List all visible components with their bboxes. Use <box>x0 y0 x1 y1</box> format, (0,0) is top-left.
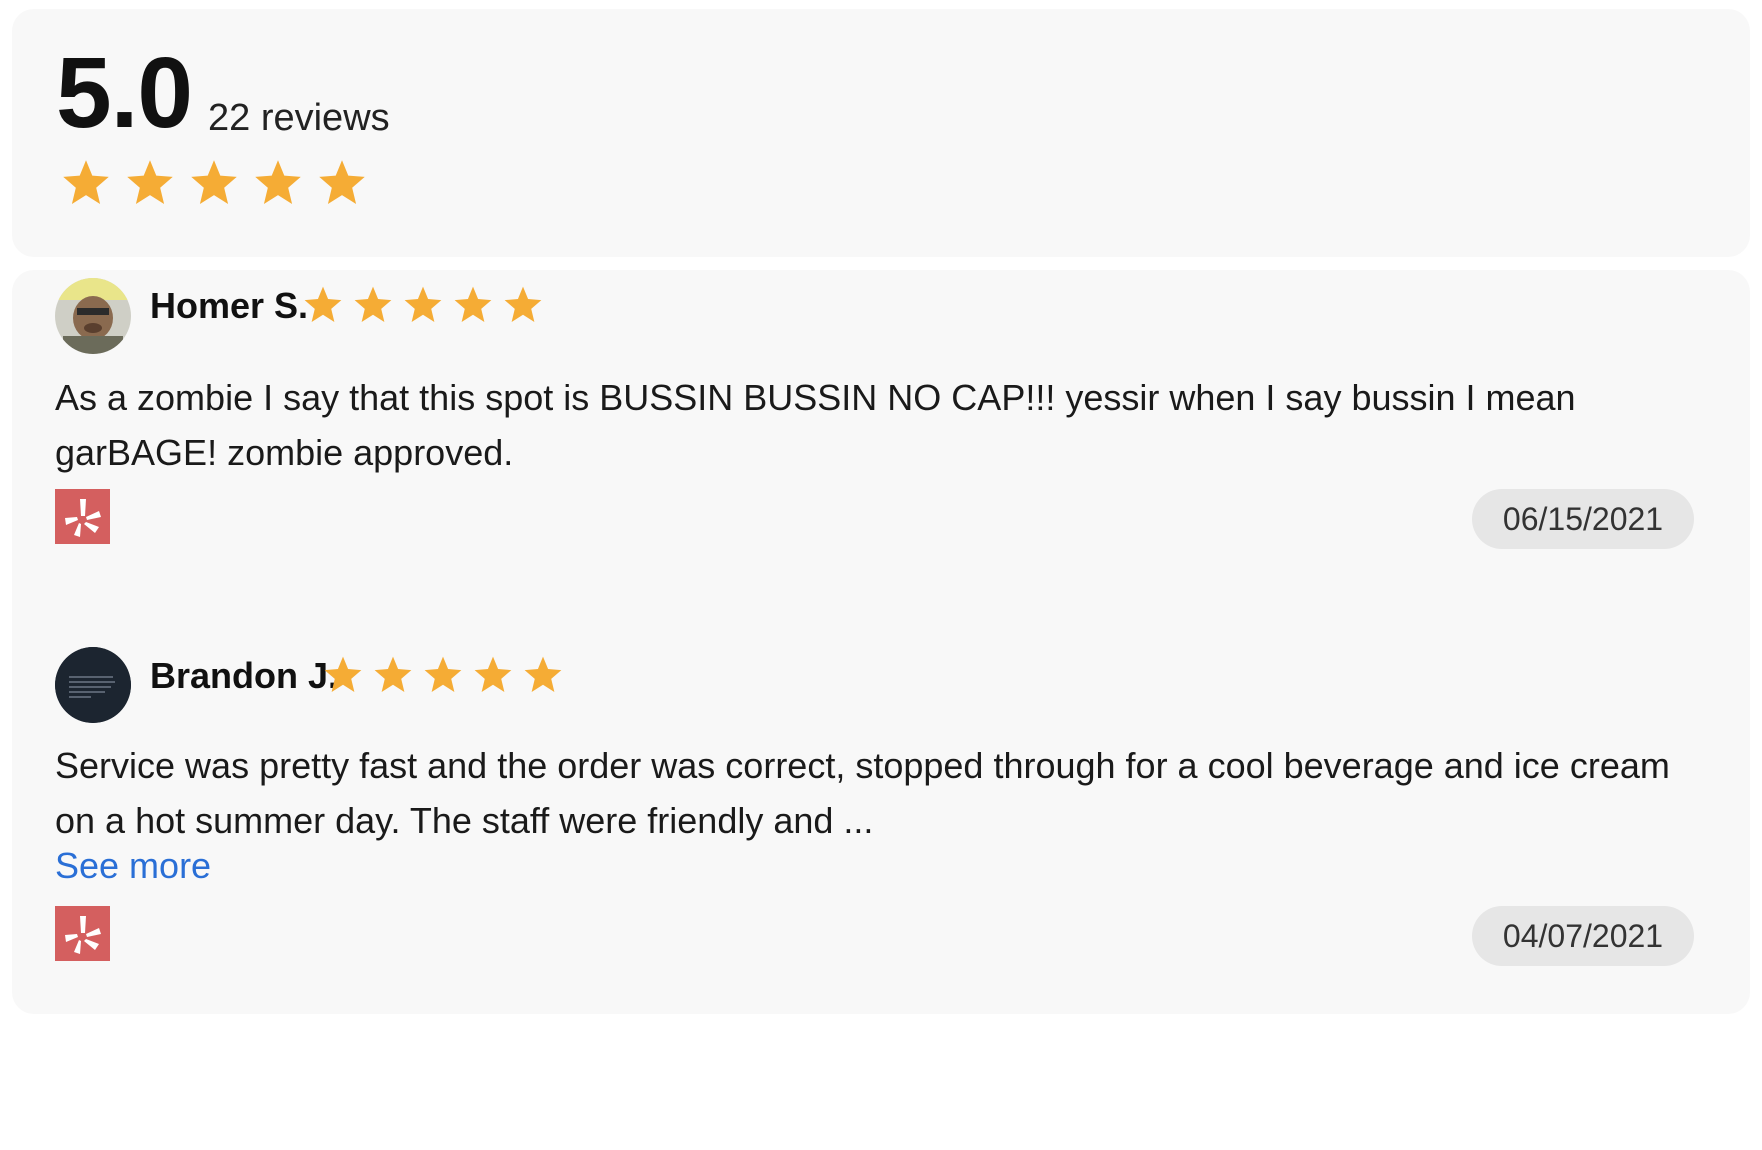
yelp-icon[interactable] <box>55 906 110 961</box>
star-icon <box>124 157 176 209</box>
star-icon <box>372 654 414 696</box>
reviewer-name: Homer S. <box>150 285 309 326</box>
review-date: 06/15/2021 <box>1472 489 1694 549</box>
star-icon <box>352 284 394 326</box>
star-icon <box>302 284 344 326</box>
review-star-rating <box>322 654 564 696</box>
review-card-brandon-main: Brandon J. Service was pretty fast and t… <box>12 608 1750 1014</box>
star-icon <box>322 654 364 696</box>
see-more-link[interactable]: See more <box>55 848 211 884</box>
star-icon <box>188 157 240 209</box>
avatar <box>55 647 131 723</box>
star-icon <box>522 654 564 696</box>
review-text: Service was pretty fast and the order wa… <box>55 745 1670 841</box>
review-star-rating <box>302 284 544 326</box>
star-icon <box>252 157 304 209</box>
review-count: 22 reviews <box>208 97 390 139</box>
summary-star-rating <box>60 157 368 209</box>
star-icon <box>452 284 494 326</box>
rating-summary-card: 5.0 22 reviews <box>12 9 1750 257</box>
yelp-icon[interactable] <box>55 489 110 544</box>
star-icon <box>422 654 464 696</box>
review-text: As a zombie I say that this spot is BUSS… <box>55 377 1576 473</box>
avatar <box>55 278 131 354</box>
star-icon <box>402 284 444 326</box>
star-icon <box>316 157 368 209</box>
reviewer-name: Brandon J. <box>150 655 339 696</box>
star-icon <box>60 157 112 209</box>
review-date: 04/07/2021 <box>1472 906 1694 966</box>
star-icon <box>472 654 514 696</box>
star-icon <box>502 284 544 326</box>
average-score: 5.0 <box>56 37 193 149</box>
